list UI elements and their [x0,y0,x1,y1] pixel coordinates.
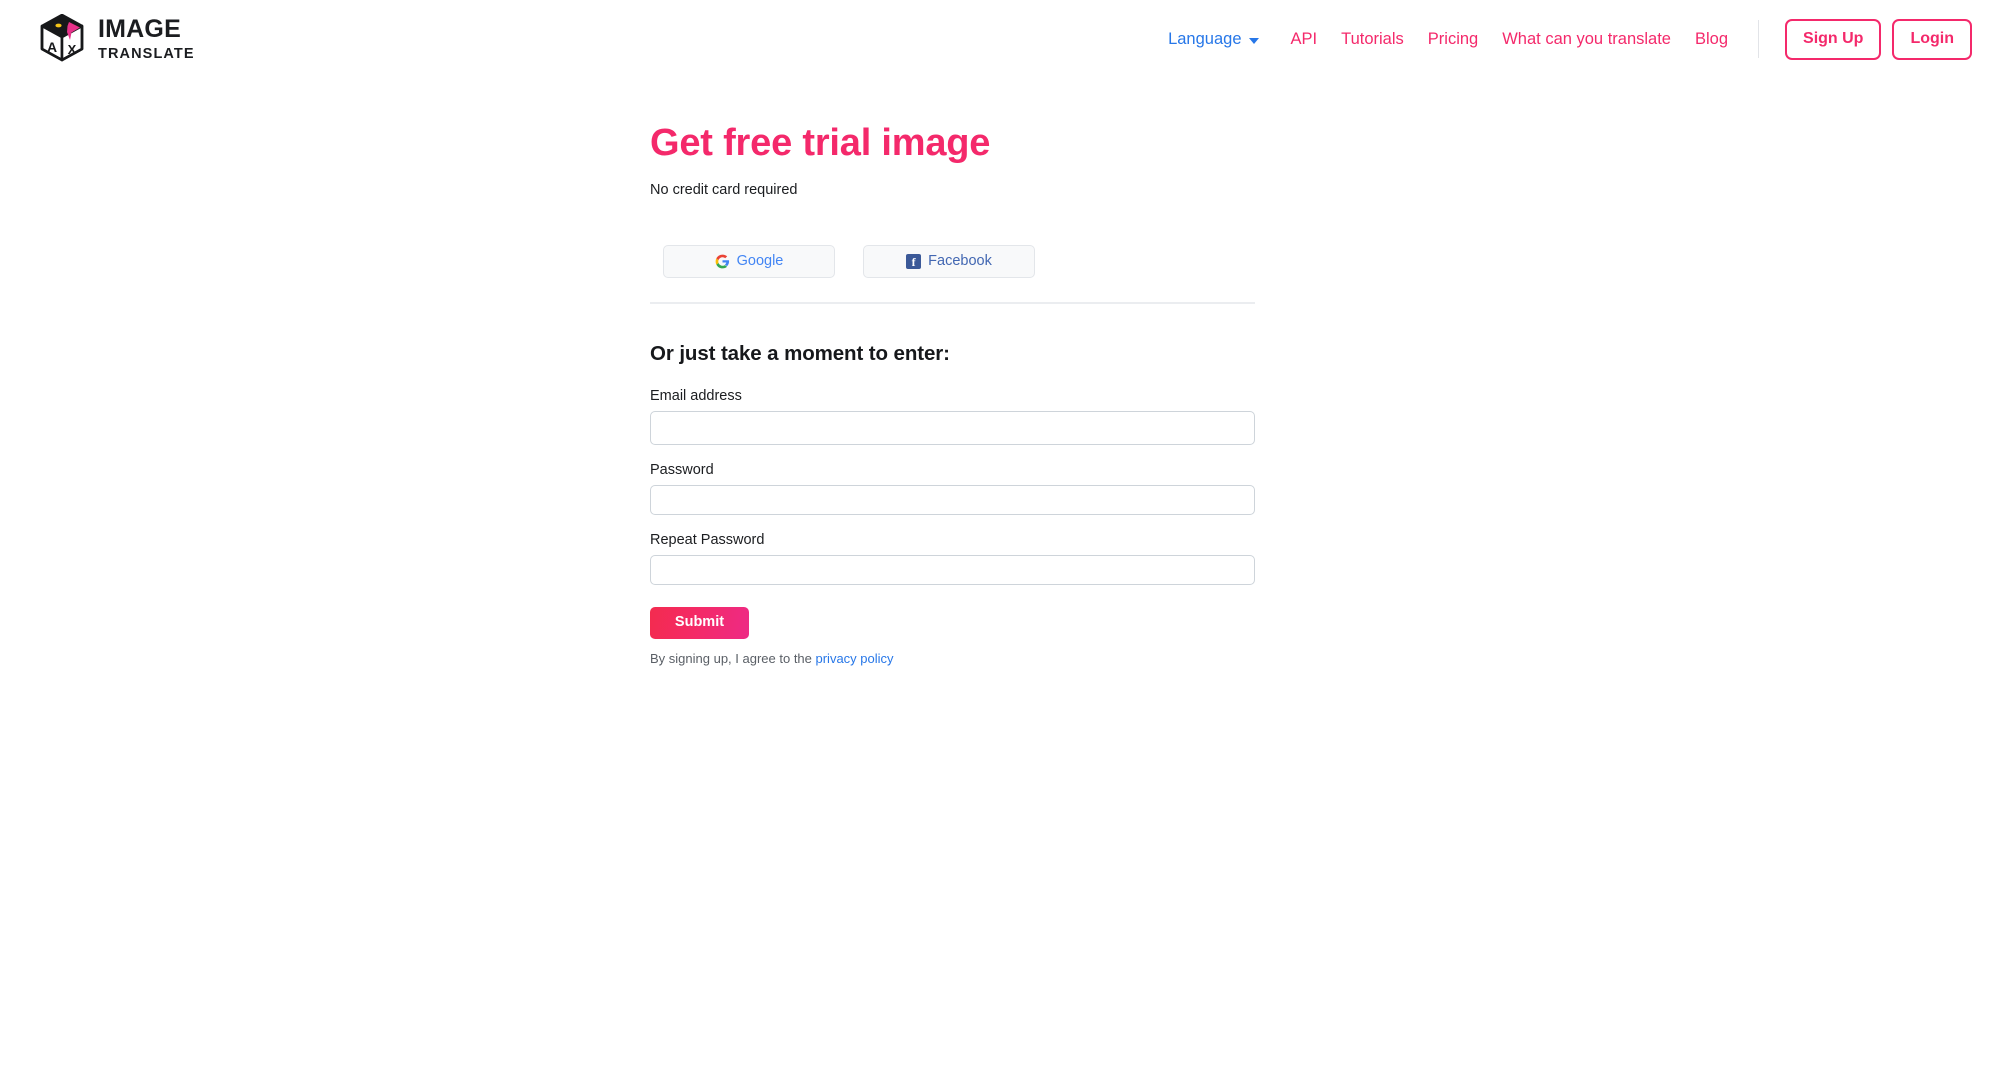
email-label: Email address [650,387,742,404]
chevron-down-icon [1248,37,1259,44]
nav-link-blog[interactable]: Blog [1695,30,1728,49]
nav-divider [1758,20,1760,58]
password-field-group: Password [650,462,1255,515]
repeat-password-label: Repeat Password [650,531,765,548]
google-login-button[interactable]: Google [663,244,835,278]
legal-notice: By signing up, I agree to the privacy po… [650,651,1255,666]
signup-form: Email address Password Repeat Password S… [650,388,1255,666]
page-subtitle: No credit card required [650,181,798,198]
main-content: Get free trial image No credit card requ… [0,78,2000,666]
email-field-group: Email address [650,388,1255,445]
sign-up-button[interactable]: Sign Up [1785,18,1882,60]
legal-text: By signing up, I agree to the [650,650,816,666]
submit-button[interactable]: Submit [650,606,749,639]
email-input[interactable] [650,410,1255,445]
login-button[interactable]: Login [1892,18,1972,60]
nav-link-what-can-you-translate[interactable]: What can you translate [1502,30,1671,49]
facebook-login-button[interactable]: f Facebook [863,244,1035,278]
password-input[interactable] [650,484,1255,515]
nav-link-tutorials[interactable]: Tutorials [1341,30,1404,49]
page-title: Get free trial image [650,122,991,164]
site-header: A X IMAGE TRANSLATE Language API Tutoria… [0,0,2000,78]
password-label: Password [650,461,714,478]
nav-links: API Tutorials Pricing What can you trans… [1291,30,1729,49]
nav-link-api[interactable]: API [1291,30,1318,49]
repeat-password-field-group: Repeat Password [650,532,1255,585]
main-navigation: Language API Tutorials Pricing What can … [1168,0,1972,78]
brand-title: IMAGE [98,14,181,43]
cube-logo-icon: A X [40,13,84,64]
brand-subtitle: TRANSLATE [98,45,195,62]
repeat-password-input[interactable] [650,554,1255,585]
privacy-policy-link[interactable]: privacy policy [816,651,894,666]
brand-logo-link[interactable]: A X IMAGE TRANSLATE [40,13,195,64]
google-login-label: Google [736,253,784,270]
nav-language-label: Language [1168,29,1242,48]
section-divider [650,301,1255,304]
facebook-icon: f [906,253,922,269]
signup-form-heading: Or just take a moment to enter: [650,341,950,365]
nav-auth-buttons: Sign Up Login [1785,18,1972,60]
social-login-row: Google f Facebook [650,244,1255,278]
svg-text:A: A [47,39,57,55]
facebook-login-label: Facebook [928,253,992,270]
google-icon [715,254,730,269]
nav-language-dropdown[interactable]: Language [1168,29,1259,49]
svg-text:X: X [68,42,77,57]
nav-link-pricing[interactable]: Pricing [1428,30,1478,49]
